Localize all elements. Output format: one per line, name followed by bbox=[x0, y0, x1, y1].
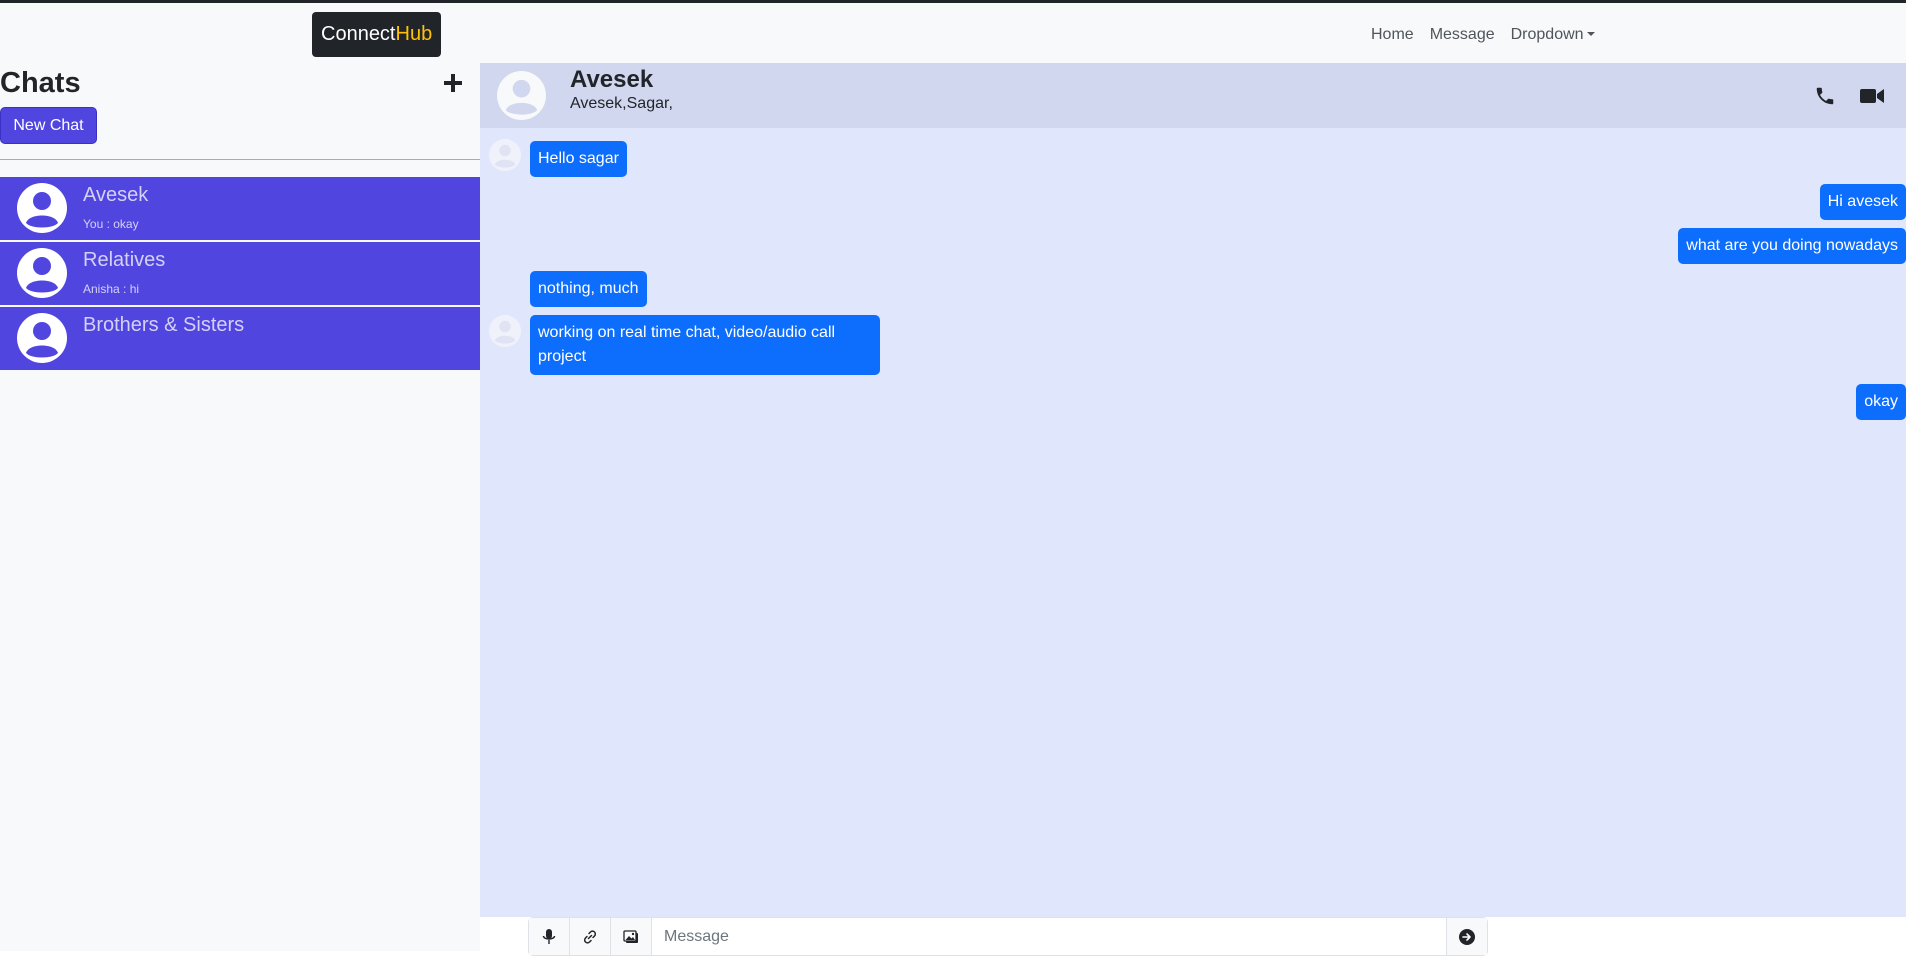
send-button[interactable] bbox=[1446, 918, 1487, 955]
message-bubble-received: nothing, much bbox=[530, 271, 647, 307]
chat-list: Avesek You : okay Relatives Anisha : hi … bbox=[0, 177, 480, 372]
nav-dropdown-label: Dropdown bbox=[1510, 26, 1584, 43]
chat-item-brothers-sisters[interactable]: Brothers & Sisters bbox=[0, 307, 480, 370]
conversation-name: Avesek bbox=[570, 66, 654, 93]
chat-item-last-message: Anisha : hi bbox=[83, 282, 140, 296]
new-chat-button[interactable]: New Chat bbox=[0, 107, 97, 144]
conversation-members: Avesek,Sagar, bbox=[570, 95, 673, 112]
user-avatar-icon bbox=[489, 139, 521, 171]
navbar: ConnectHub Home Message Dropdown bbox=[0, 3, 1906, 63]
message-bubble-received: working on real time chat, video/audio c… bbox=[530, 315, 880, 375]
link-icon bbox=[583, 929, 597, 944]
chat-item-relatives[interactable]: Relatives Anisha : hi bbox=[0, 242, 480, 305]
chat-item-name: Brothers & Sisters bbox=[83, 314, 245, 336]
brand-name-part2: Hub bbox=[395, 23, 433, 45]
conversation-header: Avesek Avesek,Sagar, bbox=[480, 63, 1906, 128]
nav-link-message[interactable]: Message bbox=[1422, 21, 1503, 49]
message-bubble-sent: okay bbox=[1856, 384, 1906, 420]
brand-logo[interactable]: ConnectHub bbox=[312, 12, 442, 57]
chat-item-name: Avesek bbox=[83, 184, 149, 206]
message-bubble-received: Hello sagar bbox=[530, 141, 627, 177]
nav-link-home[interactable]: Home bbox=[1363, 21, 1422, 49]
attach-link-button[interactable] bbox=[570, 918, 611, 955]
brand-name-part1: Connect bbox=[321, 23, 396, 45]
user-avatar-icon bbox=[489, 315, 521, 347]
phone-icon[interactable] bbox=[1814, 85, 1836, 107]
plus-icon[interactable] bbox=[441, 71, 465, 95]
images-icon bbox=[623, 929, 638, 943]
attach-image-button[interactable] bbox=[611, 918, 652, 955]
message-bubble-sent: what are you doing nowadays bbox=[1678, 228, 1906, 264]
message-bubble-sent: Hi avesek bbox=[1819, 184, 1906, 220]
chat-item-name: Relatives bbox=[83, 249, 166, 271]
arrow-right-circle-icon bbox=[1459, 928, 1475, 945]
chat-item-avesek[interactable]: Avesek You : okay bbox=[0, 177, 480, 240]
nav-links: Home Message Dropdown bbox=[1363, 21, 1603, 49]
chats-title: Chats bbox=[0, 67, 81, 99]
chat-item-last-message: You : okay bbox=[83, 217, 139, 231]
message-input[interactable] bbox=[652, 918, 1446, 955]
microphone-icon bbox=[542, 928, 556, 944]
user-avatar-icon bbox=[17, 248, 67, 298]
message-composer bbox=[528, 917, 1488, 956]
video-camera-icon[interactable] bbox=[1860, 87, 1884, 105]
chat-sidebar: Chats New Chat Avesek You : okay Relativ… bbox=[0, 63, 480, 951]
conversation-panel: Avesek Avesek,Sagar, Hello sagar Hi aves… bbox=[480, 63, 1906, 917]
nav-dropdown[interactable]: Dropdown bbox=[1503, 21, 1603, 49]
user-avatar-icon bbox=[17, 313, 67, 363]
microphone-button[interactable] bbox=[529, 918, 570, 955]
user-avatar-icon bbox=[17, 183, 67, 233]
divider bbox=[0, 159, 480, 160]
user-avatar-icon bbox=[497, 71, 546, 120]
caret-down-icon bbox=[1586, 32, 1595, 36]
